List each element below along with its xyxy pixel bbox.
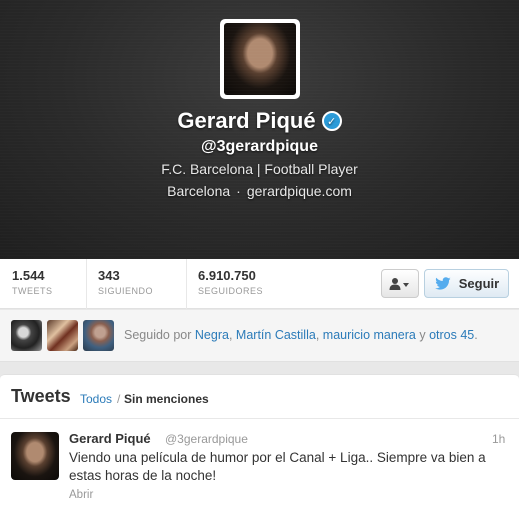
tweets-header: Tweets Todos / Sin menciones bbox=[0, 375, 519, 419]
follower-avatar[interactable] bbox=[83, 320, 114, 351]
stat-followers-value: 6.910.750 bbox=[198, 268, 256, 283]
tweet-open-link[interactable]: Abrir bbox=[69, 489, 93, 501]
stat-tweets-value: 1.544 bbox=[12, 268, 45, 283]
person-dropdown-icon bbox=[389, 277, 409, 290]
tweet-timestamp[interactable]: 1h bbox=[492, 432, 505, 446]
list-period: . bbox=[474, 328, 478, 342]
stat-tweets[interactable]: 1.544 TWEETS bbox=[12, 259, 53, 309]
tweet-text: Viendo una película de humor por el Cana… bbox=[69, 450, 486, 483]
profile-location: Barcelona bbox=[167, 183, 231, 199]
location-separator: · bbox=[236, 183, 241, 199]
stat-following-value: 343 bbox=[98, 268, 120, 283]
followed-by-prefix: Seguido por bbox=[124, 328, 192, 342]
tweet-avatar[interactable] bbox=[11, 432, 59, 480]
stat-followers-label: SEGUIDORES bbox=[198, 286, 264, 296]
followed-by-bar: Seguido por Negra, Martín Castilla, maur… bbox=[0, 310, 519, 362]
follow-button[interactable]: Seguir bbox=[424, 269, 509, 298]
follow-button-label: Seguir bbox=[458, 276, 500, 291]
twitter-bird-icon bbox=[434, 276, 451, 290]
user-actions-dropdown-button[interactable] bbox=[381, 269, 419, 298]
profile-handle: @3gerardpique bbox=[201, 138, 318, 155]
stat-divider bbox=[186, 259, 187, 309]
profile-photo bbox=[224, 23, 296, 95]
stat-following[interactable]: 343 SIGUIENDO bbox=[98, 259, 153, 309]
follower-avatar[interactable] bbox=[11, 320, 42, 351]
stat-following-label: SIGUIENDO bbox=[98, 286, 154, 296]
profile-name-row: Gerard Piqué ✓ bbox=[0, 108, 519, 134]
tweet-author-handle[interactable]: @3gerardpique bbox=[165, 432, 248, 446]
tweet-author-name[interactable]: Gerard Piqué bbox=[69, 431, 151, 446]
list-comma: , bbox=[228, 328, 233, 342]
stat-tweets-label: TWEETS bbox=[12, 286, 53, 296]
list-comma: , bbox=[315, 328, 320, 342]
follower-link[interactable]: Negra bbox=[195, 328, 229, 342]
profile-bio: F.C. Barcelona | Football Player bbox=[161, 161, 358, 177]
tab-separator: / bbox=[117, 392, 121, 406]
profile-header: Gerard Piqué ✓ @3gerardpique F.C. Barcel… bbox=[0, 0, 519, 259]
follower-avatar[interactable] bbox=[47, 320, 78, 351]
tweets-card: Tweets Todos / Sin menciones Gerard Piqu… bbox=[0, 374, 519, 514]
follower-link[interactable]: mauricio manera bbox=[323, 328, 416, 342]
profile-location-line: Barcelona · gerardpique.com bbox=[0, 183, 519, 199]
followed-by-text: Seguido por Negra, Martín Castilla, maur… bbox=[124, 328, 478, 342]
tab-no-mentions[interactable]: Sin menciones bbox=[124, 392, 209, 406]
list-and: y bbox=[419, 328, 426, 342]
follower-link[interactable]: Martín Castilla bbox=[236, 328, 316, 342]
others-link[interactable]: otros 45 bbox=[429, 328, 474, 342]
tweets-title: Tweets bbox=[11, 386, 71, 406]
profile-avatar[interactable] bbox=[220, 19, 300, 99]
profile-name: Gerard Piqué bbox=[177, 108, 316, 133]
stat-divider bbox=[86, 259, 87, 309]
tab-all-tweets[interactable]: Todos bbox=[80, 392, 112, 406]
stat-followers[interactable]: 6.910.750 SEGUIDORES bbox=[198, 259, 263, 309]
profile-website-link[interactable]: gerardpique.com bbox=[247, 183, 352, 199]
verified-badge-icon: ✓ bbox=[321, 111, 342, 131]
